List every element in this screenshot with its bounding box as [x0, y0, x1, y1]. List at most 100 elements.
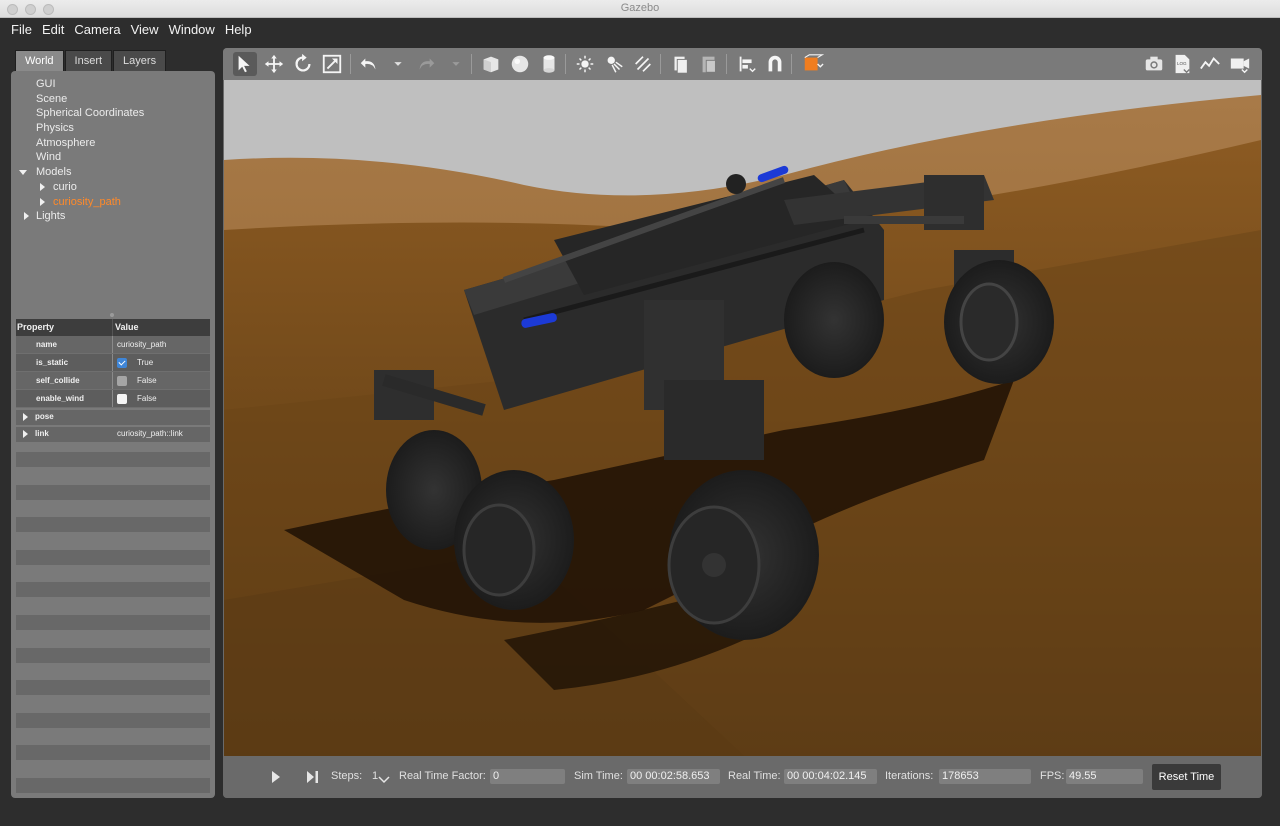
tab-insert[interactable]: Insert: [64, 50, 113, 71]
point-light-icon[interactable]: [573, 52, 597, 76]
menu-view[interactable]: View: [126, 22, 164, 37]
toolbar-separator: [791, 54, 792, 74]
menu-file[interactable]: File: [6, 22, 37, 37]
cylinder-icon[interactable]: [537, 52, 561, 76]
select-icon[interactable]: [233, 52, 257, 76]
collapsed-arrow-icon[interactable]: [23, 413, 28, 421]
reset-time-button[interactable]: Reset Time: [1152, 764, 1221, 790]
redo-icon[interactable]: [414, 52, 438, 76]
redo-dropdown-icon[interactable]: [444, 52, 468, 76]
tree-item[interactable]: Atmosphere: [11, 136, 215, 151]
empty-row: [16, 517, 210, 533]
tree-item[interactable]: GUI: [11, 77, 215, 92]
empty-row: [16, 452, 210, 467]
tree-item-label: curio: [53, 180, 77, 193]
tree-item[interactable]: Models: [11, 165, 215, 180]
menu-edit[interactable]: Edit: [37, 22, 69, 37]
panel-splitter-handle[interactable]: [110, 313, 114, 317]
tree-item[interactable]: Spherical Coordinates: [11, 106, 215, 121]
rotate-icon[interactable]: [291, 52, 315, 76]
tree-item-label: Lights: [36, 210, 66, 223]
property-column-header: Property: [16, 319, 113, 336]
align-icon[interactable]: [735, 52, 759, 76]
property-group-name: pose: [35, 412, 54, 421]
tree-item-label: Physics: [36, 122, 74, 135]
menu-window[interactable]: Window: [164, 22, 220, 37]
tree-item[interactable]: Wind: [11, 150, 215, 165]
video-record-icon[interactable]: [1228, 52, 1252, 76]
rover-wheel: [454, 470, 574, 610]
paste-icon[interactable]: [697, 52, 721, 76]
tree-item-label: Scene: [36, 92, 68, 105]
steps-label: Steps:: [331, 770, 363, 782]
expanded-arrow-icon[interactable]: [19, 170, 27, 176]
property-value-cell[interactable]: curiosity_path: [113, 336, 210, 353]
empty-row: [16, 712, 210, 728]
render-window: LOG Steps: 1 Real Time Factor: 0 Sim Tim…: [223, 48, 1262, 798]
tree-item[interactable]: Lights: [11, 209, 215, 224]
real-time-label: Real Time:: [728, 770, 781, 782]
title-bar: Gazebo: [0, 0, 1280, 18]
toolbar-separator: [471, 54, 472, 74]
tab-world[interactable]: World: [15, 50, 64, 72]
tree-item-label: Atmosphere: [36, 136, 96, 149]
plot-icon[interactable]: [1198, 52, 1222, 76]
menu-help[interactable]: Help: [220, 22, 257, 37]
property-name: name: [16, 336, 113, 353]
toolbar-separator: [350, 54, 351, 74]
screenshot-icon[interactable]: [1142, 52, 1166, 76]
main-toolbar: LOG: [223, 48, 1262, 80]
real-time-factor-field: 0: [490, 769, 565, 784]
property-name: self_collide: [16, 372, 113, 389]
property-value-cell: False: [113, 372, 210, 389]
checkbox[interactable]: [117, 393, 127, 404]
tree-item-label: Wind: [36, 151, 62, 164]
play-icon[interactable]: [271, 771, 280, 783]
directional-light-icon[interactable]: [631, 52, 655, 76]
box-icon[interactable]: [479, 52, 503, 76]
world-panel: GUI Scene Spherical Coordinates Physics Atmo…: [11, 71, 215, 798]
property-value: True: [137, 358, 154, 367]
checkbox[interactable]: [117, 357, 127, 368]
property-name: enable_wind: [16, 390, 113, 407]
step-icon[interactable]: [306, 771, 319, 783]
real-time-factor-label: Real Time Factor:: [399, 770, 486, 782]
collapsed-arrow-icon[interactable]: [40, 197, 45, 206]
fps-label: FPS:: [1040, 770, 1065, 782]
property-group-row[interactable]: pose: [16, 410, 210, 425]
tree-item[interactable]: Scene: [11, 92, 215, 107]
empty-row: [16, 484, 210, 500]
translate-icon[interactable]: [262, 52, 286, 76]
property-table-header: Property Value: [16, 319, 210, 336]
menu-camera[interactable]: Camera: [69, 22, 125, 37]
world-tree: GUI Scene Spherical Coordinates Physics Atmo…: [11, 77, 215, 224]
tab-layers[interactable]: Layers: [113, 50, 167, 71]
snap-icon[interactable]: [763, 52, 787, 76]
3d-viewport[interactable]: [224, 80, 1261, 756]
rover-wheel: [784, 262, 884, 378]
property-group-value: curiosity_path::link: [117, 429, 183, 438]
tree-item[interactable]: curiosity_path: [11, 195, 215, 210]
copy-icon[interactable]: [668, 52, 692, 76]
scale-icon[interactable]: [320, 52, 344, 76]
view-angle-icon[interactable]: [801, 52, 825, 76]
tree-item[interactable]: curio: [11, 180, 215, 195]
property-group-value: [113, 410, 117, 425]
log-icon[interactable]: LOG: [1170, 52, 1194, 76]
undo-icon[interactable]: [357, 52, 381, 76]
property-group-row[interactable]: link curiosity_path::link: [16, 427, 210, 442]
collapsed-arrow-icon[interactable]: [24, 212, 29, 221]
toolbar-separator: [565, 54, 566, 74]
left-panel-tabs: World Insert Layers: [15, 50, 167, 72]
undo-dropdown-icon[interactable]: [386, 52, 410, 76]
chevron-down-icon[interactable]: [378, 776, 390, 784]
checkbox[interactable]: [117, 375, 127, 386]
time-panel: Steps: 1 Real Time Factor: 0 Sim Time: 0…: [223, 757, 1262, 798]
collapsed-arrow-icon[interactable]: [40, 182, 45, 191]
spot-light-icon[interactable]: [602, 52, 626, 76]
sphere-icon[interactable]: [508, 52, 532, 76]
property-group-name: link: [35, 429, 49, 438]
tree-item[interactable]: Physics: [11, 121, 215, 136]
property-table: Property Value name curiosity_path is_stat…: [16, 319, 210, 442]
collapsed-arrow-icon[interactable]: [23, 430, 28, 438]
